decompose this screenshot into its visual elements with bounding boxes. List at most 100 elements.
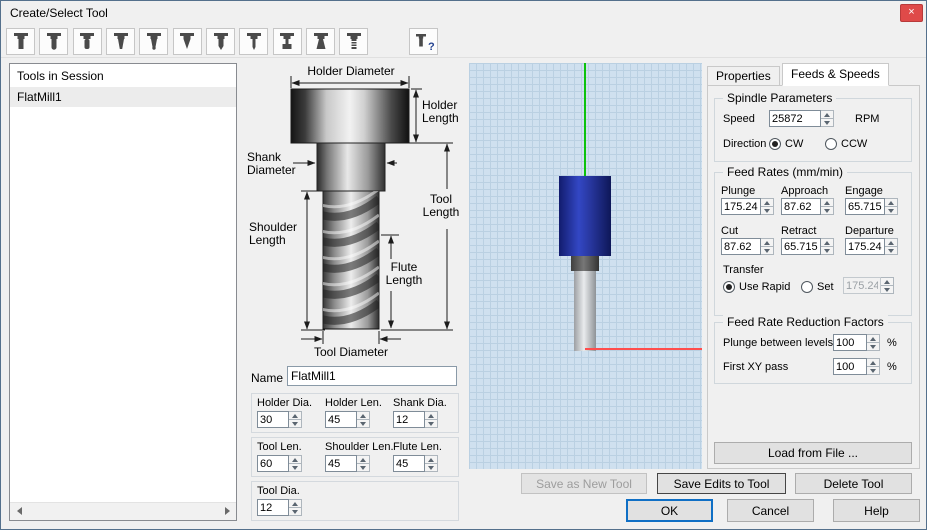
approach-input[interactable] — [781, 198, 821, 215]
spin-up-button[interactable] — [867, 334, 880, 343]
tool-dia-input[interactable] — [257, 499, 289, 516]
cut-input[interactable] — [721, 238, 761, 255]
spin-up-button[interactable] — [425, 455, 438, 464]
retract-spinner[interactable] — [821, 238, 834, 255]
scroll-left-button[interactable] — [10, 503, 27, 519]
engage-input[interactable] — [845, 198, 885, 215]
spin-up-button[interactable] — [761, 198, 774, 207]
ccw-radio[interactable] — [825, 137, 837, 150]
spin-up-button[interactable] — [761, 238, 774, 247]
t-slot-mill-icon[interactable] — [272, 28, 302, 55]
spin-down-button[interactable] — [821, 207, 834, 215]
spin-down-button[interactable] — [289, 464, 302, 472]
spin-down-button[interactable] — [885, 207, 898, 215]
spin-down-button[interactable] — [357, 420, 370, 428]
first-xy-pass-spinner[interactable] — [867, 358, 880, 375]
tool-len-input[interactable] — [257, 455, 289, 472]
horizontal-scrollbar[interactable] — [10, 502, 236, 520]
spin-up-button[interactable] — [357, 411, 370, 420]
set-radio[interactable] — [801, 280, 813, 293]
departure-input[interactable] — [845, 238, 885, 255]
spin-up-button[interactable] — [289, 499, 302, 508]
holder-dia-input[interactable] — [257, 411, 289, 428]
tab-properties[interactable]: Properties — [707, 66, 780, 86]
shoulder-len-spinner[interactable] — [357, 455, 370, 472]
spin-down-button[interactable] — [425, 464, 438, 472]
scroll-right-button[interactable] — [219, 503, 236, 519]
load-from-file-button[interactable]: Load from File ... — [714, 442, 912, 464]
spin-up-button[interactable] — [821, 238, 834, 247]
help-button[interactable]: Help — [833, 499, 920, 522]
spin-up-button[interactable] — [425, 411, 438, 420]
close-button[interactable]: × — [900, 4, 923, 22]
spin-up-button[interactable] — [867, 358, 880, 367]
spin-down-button[interactable] — [289, 420, 302, 428]
flat-mill-icon[interactable] — [6, 28, 35, 55]
center-drill-icon[interactable] — [239, 28, 269, 55]
spin-down-button[interactable] — [289, 508, 302, 516]
spin-down-button[interactable] — [885, 247, 898, 255]
spin-up-button[interactable] — [289, 455, 302, 464]
ccw-radio-item[interactable]: CCW — [825, 137, 867, 150]
corner-radius-mill-icon[interactable] — [72, 28, 102, 55]
spin-down-button[interactable] — [821, 247, 834, 255]
flute-len-spinner[interactable] — [425, 455, 438, 472]
spin-down-button[interactable] — [357, 464, 370, 472]
spin-down-button[interactable] — [821, 119, 834, 127]
tool-name-input[interactable] — [287, 366, 457, 386]
speed-input[interactable] — [769, 110, 821, 127]
cw-radio[interactable] — [769, 137, 781, 150]
engage-spinner[interactable] — [885, 198, 898, 215]
retract-input[interactable] — [781, 238, 821, 255]
spin-up-button[interactable] — [821, 198, 834, 207]
spin-up-button[interactable] — [821, 110, 834, 119]
tool-preview-viewport[interactable] — [469, 63, 702, 469]
spin-up-button[interactable] — [357, 455, 370, 464]
spin-up-button[interactable] — [289, 411, 302, 420]
tab-feeds-speeds[interactable]: Feeds & Speeds — [782, 63, 889, 86]
taper-mill-icon[interactable] — [106, 28, 136, 55]
holder-len-spinner[interactable] — [357, 411, 370, 428]
spin-down-button[interactable] — [761, 207, 774, 215]
cw-radio-item[interactable]: CW — [769, 137, 803, 150]
shoulder-len-input[interactable] — [325, 455, 357, 472]
plunge-input[interactable] — [721, 198, 761, 215]
spin-up-button[interactable] — [881, 277, 894, 286]
spin-down-button[interactable] — [867, 343, 880, 351]
plunge-between-levels-spinner[interactable] — [867, 334, 880, 351]
tool-len-spinner[interactable] — [289, 455, 302, 472]
drill-icon[interactable] — [206, 28, 236, 55]
plunge-spinner[interactable] — [761, 198, 774, 215]
taper-ball-mill-icon[interactable] — [139, 28, 169, 55]
cancel-button[interactable]: Cancel — [727, 499, 814, 522]
departure-spinner[interactable] — [885, 238, 898, 255]
holder-len-input[interactable] — [325, 411, 357, 428]
dove-mill-icon[interactable] — [306, 28, 336, 55]
first-xy-pass-input[interactable] — [833, 358, 867, 375]
use-rapid-radio[interactable] — [723, 280, 735, 293]
spin-down-button[interactable] — [881, 286, 894, 294]
set-radio-item[interactable]: Set — [801, 280, 834, 293]
spin-up-button[interactable] — [885, 198, 898, 207]
save-edits-to-tool-button[interactable]: Save Edits to Tool — [657, 473, 786, 494]
holder-dia-spinner[interactable] — [289, 411, 302, 428]
use-rapid-radio-item[interactable]: Use Rapid — [723, 280, 790, 293]
session-list-item[interactable]: FlatMill1 — [10, 87, 236, 107]
spin-down-button[interactable] — [761, 247, 774, 255]
ball-mill-icon[interactable] — [39, 28, 69, 55]
ok-button[interactable]: OK — [626, 499, 713, 522]
shank-dia-spinner[interactable] — [425, 411, 438, 428]
thread-mill-icon[interactable] — [339, 28, 369, 55]
delete-tool-button[interactable]: Delete Tool — [795, 473, 912, 494]
approach-spinner[interactable] — [821, 198, 834, 215]
spin-up-button[interactable] — [885, 238, 898, 247]
tool-dia-spinner[interactable] — [289, 499, 302, 516]
cut-spinner[interactable] — [761, 238, 774, 255]
spin-down-button[interactable] — [425, 420, 438, 428]
shank-dia-input[interactable] — [393, 411, 425, 428]
spin-down-button[interactable] — [867, 367, 880, 375]
v-bit-mill-icon[interactable] — [172, 28, 202, 55]
speed-spinner[interactable] — [821, 110, 834, 127]
flute-len-input[interactable] — [393, 455, 425, 472]
plunge-between-levels-input[interactable] — [833, 334, 867, 351]
